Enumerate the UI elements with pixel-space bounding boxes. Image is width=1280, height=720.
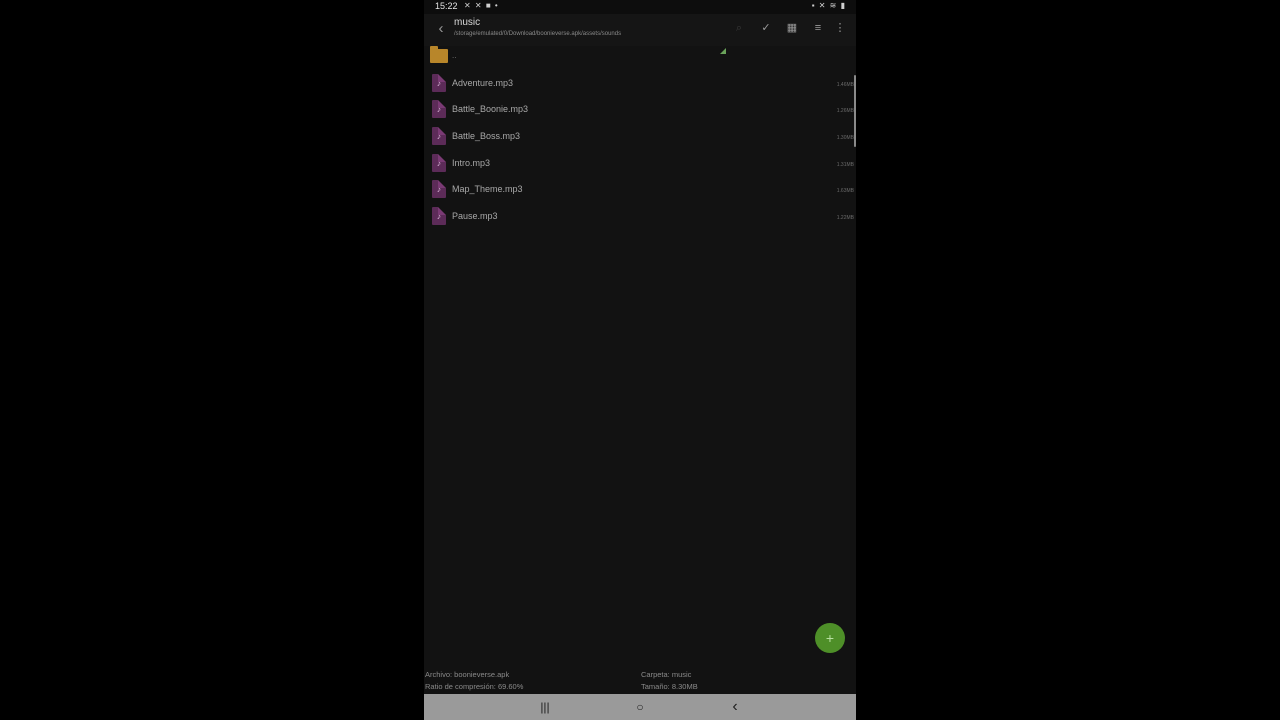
parent-folder-label: .. <box>452 51 457 60</box>
parent-folder-row[interactable]: .. <box>424 46 856 72</box>
file-size: 1.22MB <box>836 215 854 221</box>
file-row[interactable]: ♪ Map_Theme.mp3 1.63MB <box>424 176 856 202</box>
audio-file-icon: ♪ <box>432 207 446 225</box>
audio-file-icon: ♪ <box>432 154 446 172</box>
file-size: 1.46MB <box>836 82 854 88</box>
file-name: Intro.mp3 <box>452 158 491 168</box>
status-time: 15:22 <box>435 1 458 11</box>
file-row[interactable]: ♪ Adventure.mp3 1.46MB <box>424 70 856 96</box>
sort-icon[interactable]: ≡ <box>811 21 825 35</box>
file-name: Battle_Boss.mp3 <box>452 131 521 141</box>
file-name: Battle_Boonie.mp3 <box>452 104 529 114</box>
file-size: 1.30MB <box>836 135 854 141</box>
folder-name: Carpeta: music <box>641 670 692 679</box>
add-button[interactable]: + <box>815 623 845 653</box>
system-nav-bar: ||| ○ ‹ <box>424 694 856 720</box>
file-name: Map_Theme.mp3 <box>452 184 523 194</box>
file-size: 1.63MB <box>836 188 854 194</box>
recents-button[interactable]: ||| <box>535 699 555 715</box>
more-options-icon[interactable]: ⋮ <box>833 21 847 35</box>
audio-file-icon: ♪ <box>432 100 446 118</box>
system-status-icons: ▪ ✕ ≋ ▮ <box>811 1 846 10</box>
scrollbar[interactable] <box>854 75 856 147</box>
back-icon[interactable]: ‹ <box>432 20 450 38</box>
page-title: music <box>454 17 481 28</box>
archive-name: Archivo: boonieverse.apk <box>425 670 510 679</box>
home-button[interactable]: ○ <box>630 699 650 715</box>
file-row[interactable]: ♪ Intro.mp3 1.31MB <box>424 150 856 176</box>
file-row[interactable]: ♪ Battle_Boonie.mp3 1.26MB <box>424 96 856 122</box>
file-name: Adventure.mp3 <box>452 78 514 88</box>
audio-file-icon: ♪ <box>432 180 446 198</box>
audio-file-icon: ♪ <box>432 127 446 145</box>
audio-file-icon: ♪ <box>432 74 446 92</box>
search-icon[interactable]: ⌕ <box>732 21 746 35</box>
file-size: 1.26MB <box>836 108 854 114</box>
notification-icons: ✕ ✕ ■ • <box>464 1 499 10</box>
current-path: /storage/emulated/0/Download/boonieverse… <box>454 31 622 37</box>
compression-ratio: Ratio de compresión: 69.60% <box>425 682 524 691</box>
file-row[interactable]: ♪ Battle_Boss.mp3 1.30MB <box>424 123 856 149</box>
file-size: 1.31MB <box>836 162 854 168</box>
folder-icon <box>430 46 448 63</box>
file-name: Pause.mp3 <box>452 211 498 221</box>
phone-screen: 15:22 ✕ ✕ ■ • ▪ ✕ ≋ ▮ ‹ music /storage/e… <box>424 0 856 720</box>
file-row[interactable]: ♪ Pause.mp3 1.22MB <box>424 203 856 229</box>
status-bar: 15:22 ✕ ✕ ■ • ▪ ✕ ≋ ▮ <box>424 0 856 14</box>
archive-info-footer: Archivo: boonieverse.apk Ratio de compre… <box>424 668 856 694</box>
grid-view-icon[interactable]: ▦ <box>785 21 799 35</box>
toolbar: ‹ music /storage/emulated/0/Download/boo… <box>424 14 856 54</box>
check-all-icon[interactable]: ✓ <box>759 21 773 35</box>
nav-back-button[interactable]: ‹ <box>725 699 745 715</box>
total-size: Tamaño: 8.30MB <box>641 682 698 691</box>
